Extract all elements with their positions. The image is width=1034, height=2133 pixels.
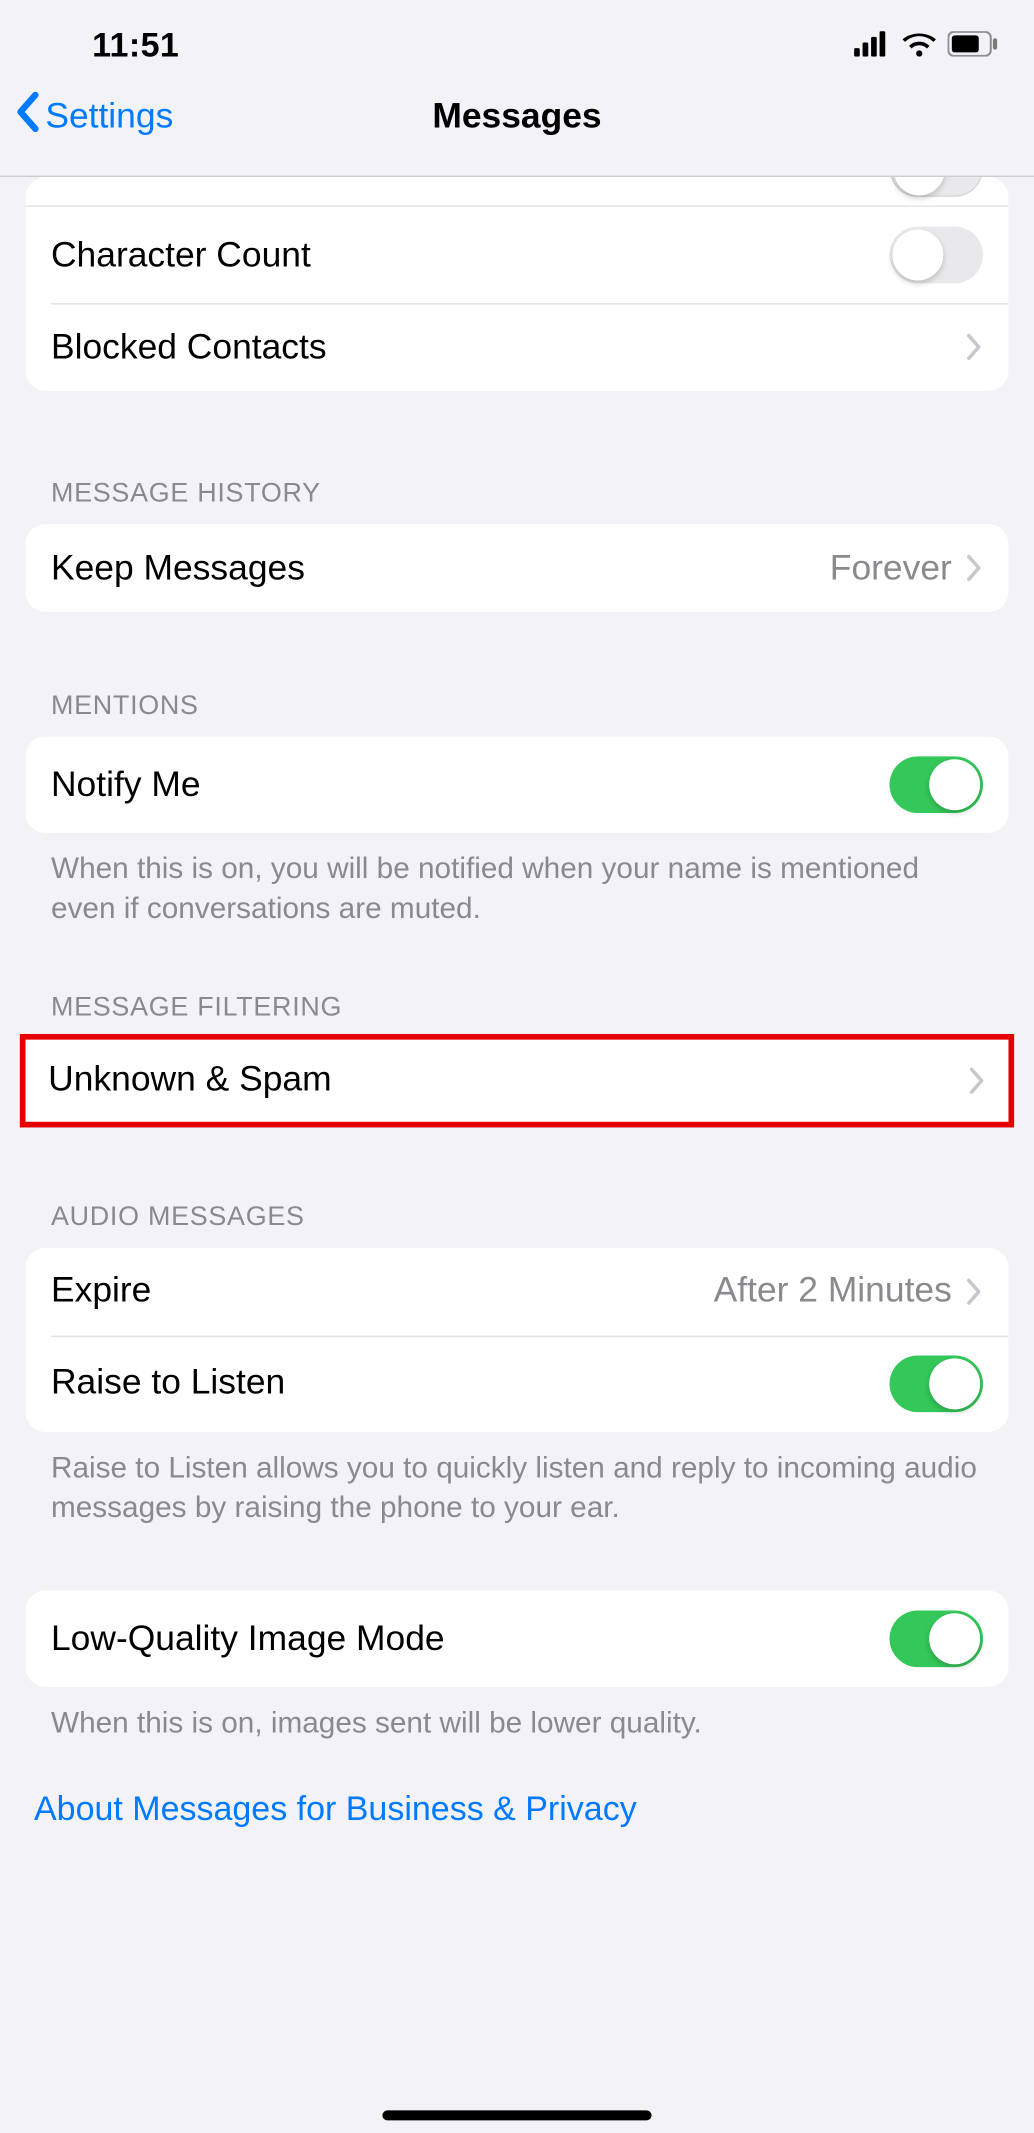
chevron-left-icon xyxy=(14,90,39,142)
raise-toggle[interactable] xyxy=(889,1355,982,1412)
status-icons xyxy=(854,26,998,66)
low-quality-label: Low-Quality Image Mode xyxy=(51,1619,445,1660)
status-time: 11:51 xyxy=(92,26,179,66)
group-mentions: Notify Me xyxy=(25,737,1008,833)
status-bar: 11:51 xyxy=(0,0,1034,92)
group-top: Character Count Blocked Contacts xyxy=(25,205,1008,391)
message-history-header: MESSAGE HISTORY xyxy=(0,479,1034,524)
character-count-toggle[interactable] xyxy=(889,227,982,284)
partial-row xyxy=(25,177,1008,205)
low-quality-toggle[interactable] xyxy=(889,1611,982,1668)
raise-label: Raise to Listen xyxy=(51,1363,285,1404)
filtering-header: MESSAGE FILTERING xyxy=(0,992,1034,1037)
keep-messages-label: Keep Messages xyxy=(51,547,305,588)
raise-to-listen-row[interactable]: Raise to Listen xyxy=(25,1335,1008,1431)
character-count-label: Character Count xyxy=(51,234,311,275)
unknown-spam-row[interactable]: Unknown & Spam xyxy=(23,1036,1012,1124)
notify-me-row[interactable]: Notify Me xyxy=(25,737,1008,833)
mentions-header: MENTIONS xyxy=(0,691,1034,736)
nav-bar: Settings Messages xyxy=(0,92,1034,177)
expire-value: After 2 Minutes xyxy=(714,1271,952,1312)
low-quality-row[interactable]: Low-Quality Image Mode xyxy=(25,1591,1008,1687)
chevron-right-icon xyxy=(966,333,983,361)
expire-label: Expire xyxy=(51,1271,151,1312)
expire-row[interactable]: Expire After 2 Minutes xyxy=(25,1247,1008,1335)
chevron-right-icon xyxy=(966,554,983,582)
mentions-footer: When this is on, you will be notified wh… xyxy=(0,833,1034,930)
wifi-icon xyxy=(902,26,936,66)
back-button[interactable]: Settings xyxy=(14,90,173,142)
cellular-icon xyxy=(854,26,891,66)
keep-messages-row[interactable]: Keep Messages Forever xyxy=(25,524,1008,612)
toggle-partial[interactable] xyxy=(889,177,982,197)
back-label: Settings xyxy=(45,96,173,137)
chevron-right-icon xyxy=(966,1277,983,1305)
group-history: Keep Messages Forever xyxy=(25,524,1008,612)
notify-me-label: Notify Me xyxy=(51,764,201,805)
group-audio: Expire After 2 Minutes Raise to Listen xyxy=(25,1247,1008,1431)
about-business-privacy-link[interactable]: About Messages for Business & Privacy xyxy=(0,1790,1034,1830)
character-count-row[interactable]: Character Count xyxy=(25,205,1008,303)
notify-me-toggle[interactable] xyxy=(889,756,982,813)
blocked-contacts-row[interactable]: Blocked Contacts xyxy=(25,303,1008,391)
low-quality-footer: When this is on, images sent will be low… xyxy=(0,1687,1034,1744)
blocked-contacts-label: Blocked Contacts xyxy=(51,326,327,367)
battery-icon xyxy=(948,26,999,66)
audio-footer: Raise to Listen allows you to quickly li… xyxy=(0,1432,1034,1529)
group-low-quality: Low-Quality Image Mode xyxy=(25,1591,1008,1687)
chevron-right-icon xyxy=(969,1066,986,1094)
group-filtering: Unknown & Spam xyxy=(23,1036,1012,1124)
home-indicator[interactable] xyxy=(382,2111,651,2121)
unknown-spam-label: Unknown & Spam xyxy=(48,1060,331,1101)
keep-messages-value: Forever xyxy=(830,547,952,588)
audio-header: AUDIO MESSAGES xyxy=(0,1202,1034,1247)
